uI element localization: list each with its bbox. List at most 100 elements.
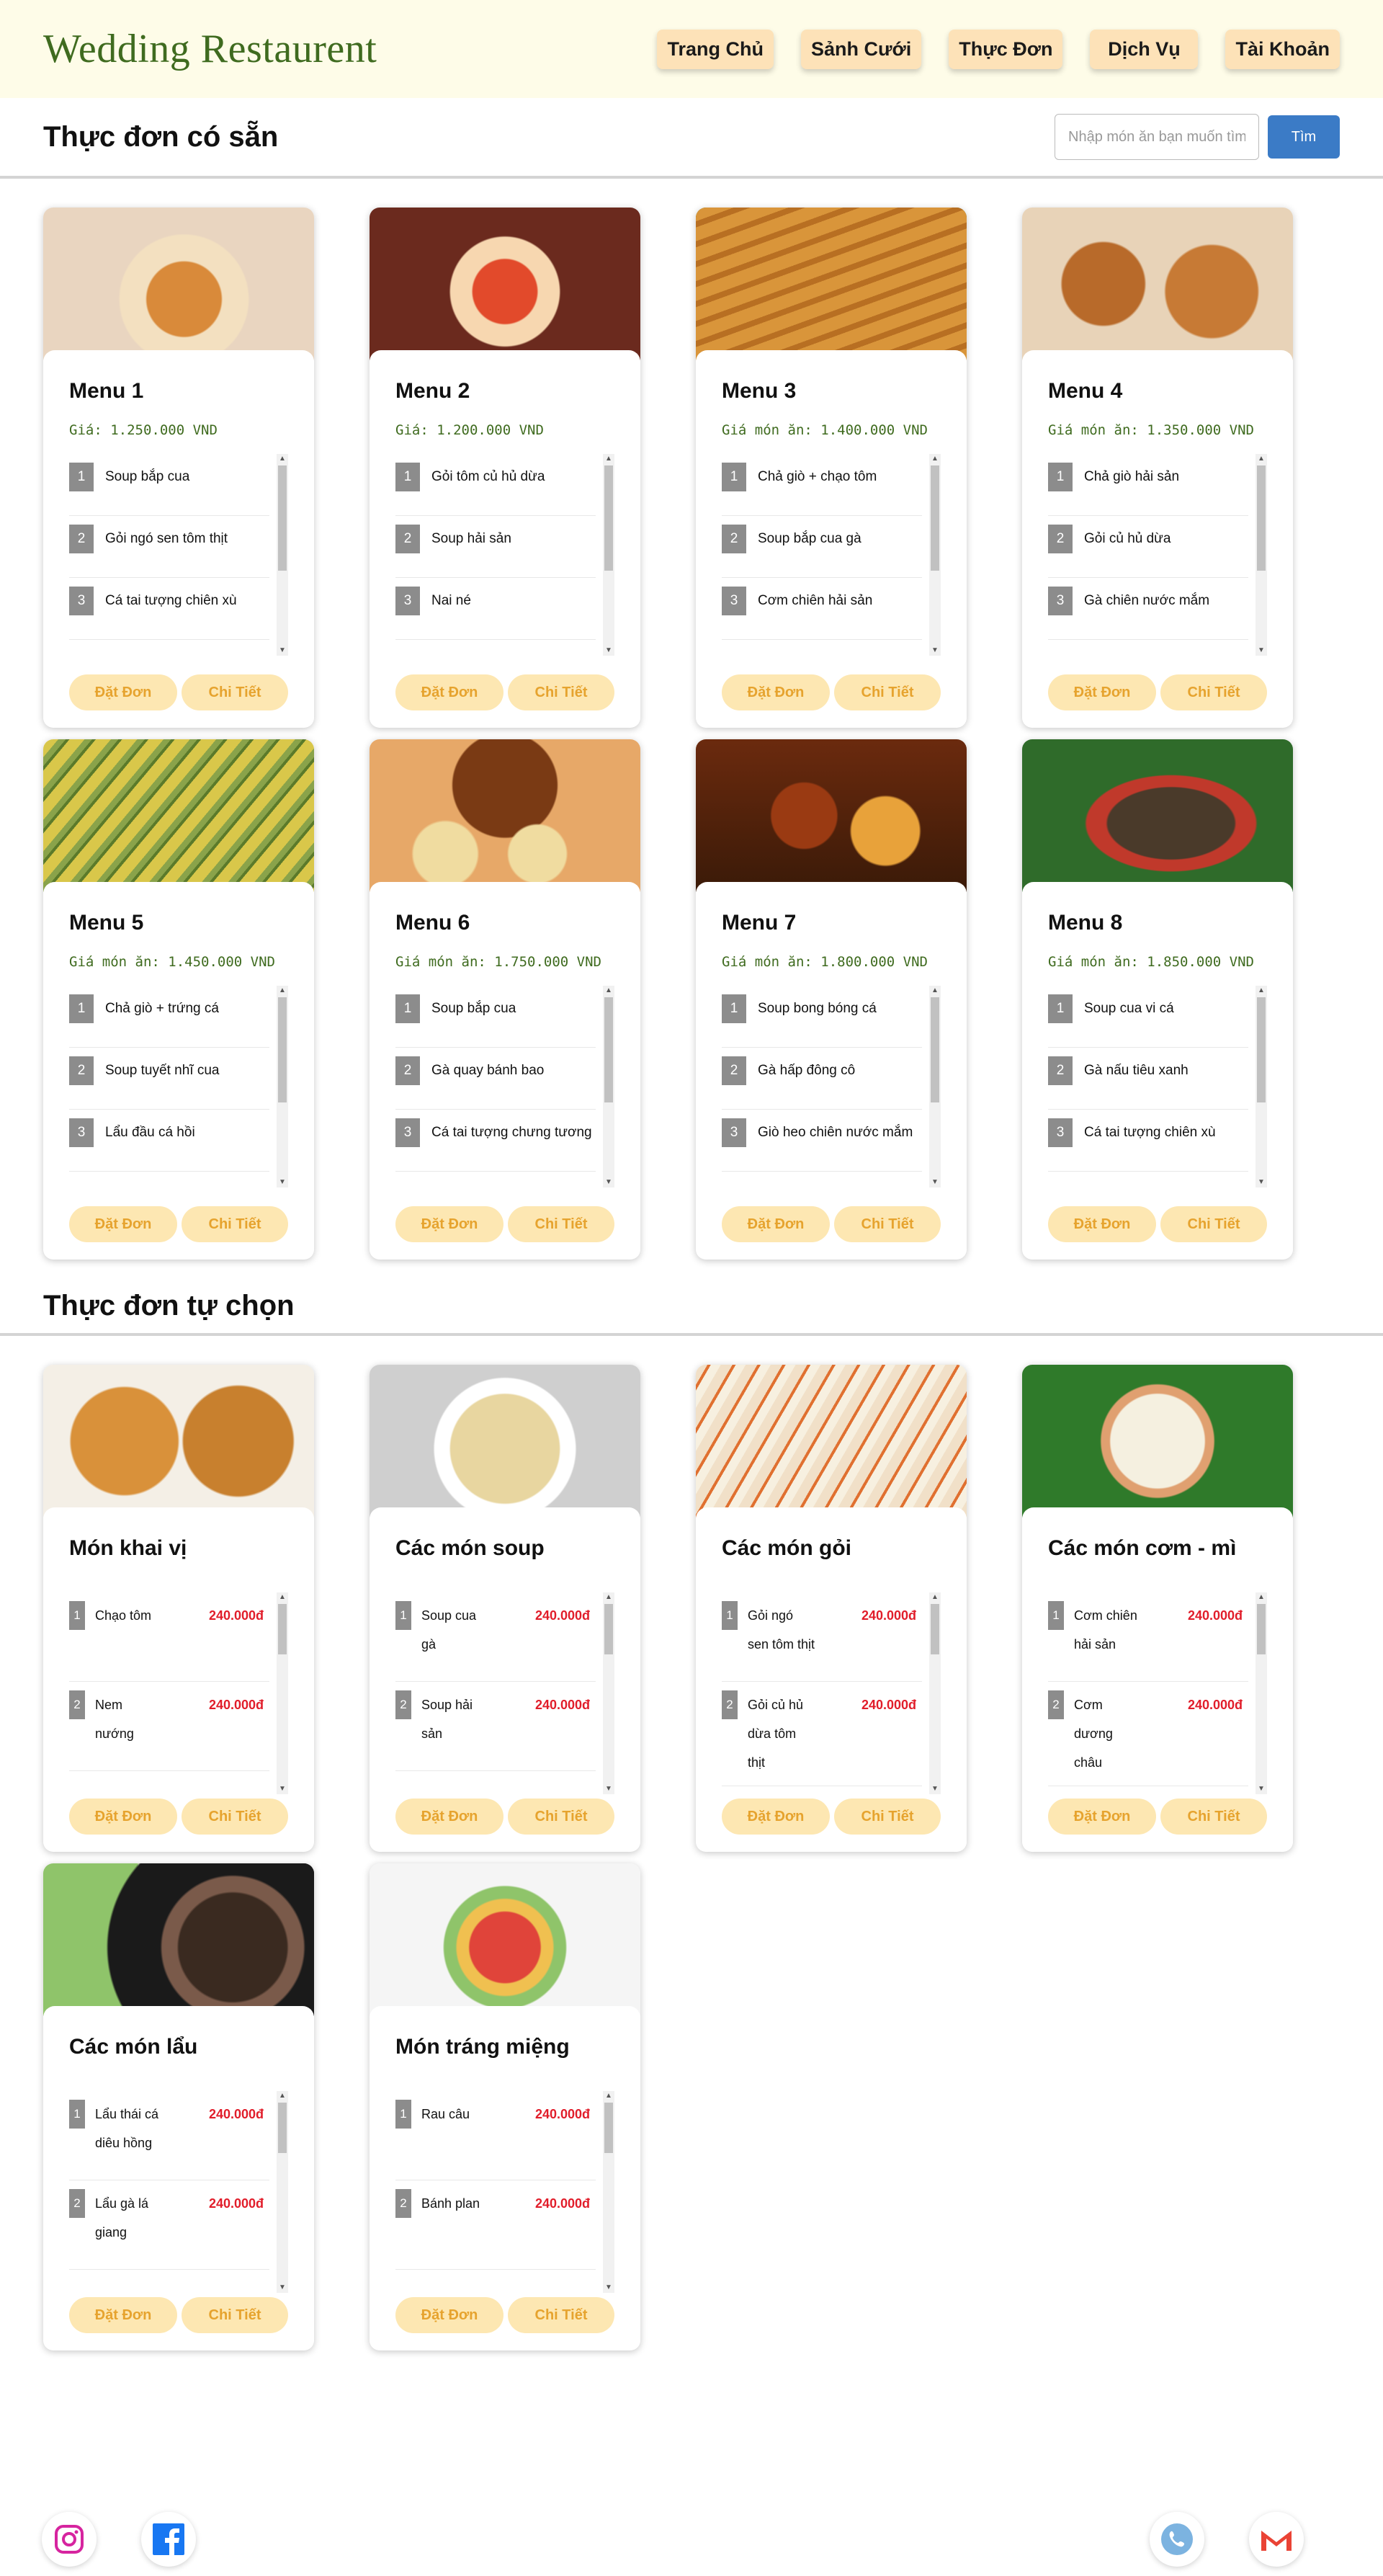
- order-button[interactable]: Đặt Đơn: [722, 1799, 830, 1835]
- scroll-up-icon[interactable]: ▲: [277, 454, 288, 464]
- scroll-down-icon[interactable]: ▼: [277, 1784, 288, 1794]
- scroll-down-icon[interactable]: ▼: [603, 1177, 614, 1187]
- scroll-thumb[interactable]: [931, 1604, 939, 1654]
- scroll-thumb[interactable]: [278, 465, 287, 571]
- scroll-down-icon[interactable]: ▼: [929, 1784, 941, 1794]
- scrollbar[interactable]: ▲ ▼: [277, 986, 288, 1187]
- brand-logo[interactable]: Wedding Restaurent: [43, 26, 377, 72]
- detail-button[interactable]: Chi Tiết: [182, 2297, 288, 2333]
- scroll-down-icon[interactable]: ▼: [1256, 646, 1267, 656]
- dish-list[interactable]: 1 Soup cua vi cá 2 Gà nấu tiêu xanh 3 Cá…: [1048, 986, 1267, 1187]
- scrollbar[interactable]: ▲ ▼: [929, 454, 941, 656]
- scrollbar[interactable]: ▲ ▼: [277, 454, 288, 656]
- facebook-icon[interactable]: [141, 2512, 196, 2567]
- scrollbar[interactable]: ▲ ▼: [277, 2091, 288, 2293]
- gmail-icon[interactable]: [1249, 2512, 1304, 2567]
- scroll-up-icon[interactable]: ▲: [277, 1592, 288, 1603]
- nav-menu[interactable]: Thực Đơn: [949, 29, 1063, 69]
- order-button[interactable]: Đặt Đơn: [395, 674, 503, 710]
- scrollbar[interactable]: ▲ ▼: [929, 986, 941, 1187]
- scrollbar[interactable]: ▲ ▼: [1256, 986, 1267, 1187]
- scroll-up-icon[interactable]: ▲: [1256, 1592, 1267, 1603]
- order-button[interactable]: Đặt Đơn: [395, 1206, 503, 1242]
- nav-wedding-halls[interactable]: Sảnh Cưới: [800, 29, 922, 69]
- dish-list[interactable]: 1 Soup bắp cua 2 Gỏi ngó sen tôm thịt 3 …: [69, 454, 288, 656]
- detail-button[interactable]: Chi Tiết: [1160, 1206, 1267, 1242]
- order-button[interactable]: Đặt Đơn: [69, 674, 177, 710]
- scroll-down-icon[interactable]: ▼: [603, 2283, 614, 2293]
- order-button[interactable]: Đặt Đơn: [722, 1206, 830, 1242]
- scrollbar[interactable]: ▲ ▼: [603, 986, 614, 1187]
- nav-home[interactable]: Trang Chủ: [657, 29, 774, 69]
- scroll-thumb[interactable]: [278, 2103, 287, 2153]
- scroll-thumb[interactable]: [1257, 997, 1266, 1102]
- dish-list[interactable]: 1 Chả giò hải sản 2 Gỏi củ hủ dừa 3 Gà c…: [1048, 454, 1267, 656]
- scroll-thumb[interactable]: [931, 997, 939, 1102]
- scroll-up-icon[interactable]: ▲: [1256, 454, 1267, 464]
- order-button[interactable]: Đặt Đơn: [1048, 1799, 1156, 1835]
- dish-list[interactable]: 1 Chạo tôm 240.000đ 2 Nem nướng 240.000đ…: [69, 1592, 288, 1794]
- dish-list[interactable]: 1 Chả giò + chạo tôm 2 Soup bắp cua gà 3…: [722, 454, 941, 656]
- scroll-thumb[interactable]: [604, 997, 613, 1102]
- order-button[interactable]: Đặt Đơn: [69, 2297, 177, 2333]
- order-button[interactable]: Đặt Đơn: [1048, 1206, 1156, 1242]
- detail-button[interactable]: Chi Tiết: [508, 2297, 614, 2333]
- dish-list[interactable]: 1 Rau câu 240.000đ 2 Bánh plan 240.000đ …: [395, 2091, 614, 2293]
- dish-list[interactable]: 1 Soup bong bóng cá 2 Gà hấp đông cô 3 G…: [722, 986, 941, 1187]
- scrollbar[interactable]: ▲ ▼: [1256, 454, 1267, 656]
- scroll-thumb[interactable]: [1257, 1604, 1266, 1654]
- scroll-thumb[interactable]: [931, 465, 939, 571]
- scrollbar[interactable]: ▲ ▼: [603, 454, 614, 656]
- detail-button[interactable]: Chi Tiết: [1160, 674, 1267, 710]
- phone-icon[interactable]: [1150, 2512, 1204, 2567]
- scroll-thumb[interactable]: [278, 1604, 287, 1654]
- order-button[interactable]: Đặt Đơn: [69, 1206, 177, 1242]
- scroll-down-icon[interactable]: ▼: [277, 1177, 288, 1187]
- detail-button[interactable]: Chi Tiết: [834, 1799, 941, 1835]
- dish-list[interactable]: 1 Chả giò + trứng cá 2 Soup tuyết nhĩ cu…: [69, 986, 288, 1187]
- scroll-up-icon[interactable]: ▲: [929, 986, 941, 996]
- scroll-thumb[interactable]: [604, 2103, 613, 2153]
- scroll-down-icon[interactable]: ▼: [603, 1784, 614, 1794]
- detail-button[interactable]: Chi Tiết: [182, 1206, 288, 1242]
- scroll-down-icon[interactable]: ▼: [929, 1177, 941, 1187]
- detail-button[interactable]: Chi Tiết: [834, 674, 941, 710]
- dish-list[interactable]: 1 Soup bắp cua 2 Gà quay bánh bao 3 Cá t…: [395, 986, 614, 1187]
- instagram-icon[interactable]: [42, 2512, 97, 2567]
- scroll-down-icon[interactable]: ▼: [277, 646, 288, 656]
- scroll-up-icon[interactable]: ▲: [603, 454, 614, 464]
- scrollbar[interactable]: ▲ ▼: [929, 1592, 941, 1794]
- detail-button[interactable]: Chi Tiết: [182, 674, 288, 710]
- scroll-down-icon[interactable]: ▼: [929, 646, 941, 656]
- detail-button[interactable]: Chi Tiết: [182, 1799, 288, 1835]
- scroll-up-icon[interactable]: ▲: [603, 986, 614, 996]
- scrollbar[interactable]: ▲ ▼: [1256, 1592, 1267, 1794]
- dish-list[interactable]: 1 Soup cua gà 240.000đ 2 Soup hải sản 24…: [395, 1592, 614, 1794]
- nav-account[interactable]: Tài Khoản: [1225, 29, 1340, 69]
- order-button[interactable]: Đặt Đơn: [395, 1799, 503, 1835]
- search-button[interactable]: Tìm: [1268, 115, 1340, 159]
- scroll-up-icon[interactable]: ▲: [277, 2091, 288, 2101]
- detail-button[interactable]: Chi Tiết: [508, 1799, 614, 1835]
- detail-button[interactable]: Chi Tiết: [834, 1206, 941, 1242]
- nav-services[interactable]: Dịch Vụ: [1090, 29, 1199, 69]
- scroll-up-icon[interactable]: ▲: [603, 2091, 614, 2101]
- scroll-up-icon[interactable]: ▲: [277, 986, 288, 996]
- scrollbar[interactable]: ▲ ▼: [277, 1592, 288, 1794]
- dish-list[interactable]: 1 Gỏi ngó sen tôm thịt 240.000đ 2 Gỏi củ…: [722, 1592, 941, 1794]
- scroll-thumb[interactable]: [278, 997, 287, 1102]
- scroll-down-icon[interactable]: ▼: [277, 2283, 288, 2293]
- scroll-thumb[interactable]: [604, 465, 613, 571]
- detail-button[interactable]: Chi Tiết: [1160, 1799, 1267, 1835]
- scrollbar[interactable]: ▲ ▼: [603, 1592, 614, 1794]
- order-button[interactable]: Đặt Đơn: [395, 2297, 503, 2333]
- order-button[interactable]: Đặt Đơn: [722, 674, 830, 710]
- dish-list[interactable]: 1 Lẩu thái cá diêu hồng 240.000đ 2 Lẩu g…: [69, 2091, 288, 2293]
- scroll-up-icon[interactable]: ▲: [603, 1592, 614, 1603]
- scroll-up-icon[interactable]: ▲: [1256, 986, 1267, 996]
- scroll-thumb[interactable]: [604, 1604, 613, 1654]
- detail-button[interactable]: Chi Tiết: [508, 674, 614, 710]
- scroll-up-icon[interactable]: ▲: [929, 1592, 941, 1603]
- scroll-down-icon[interactable]: ▼: [1256, 1177, 1267, 1187]
- scroll-up-icon[interactable]: ▲: [929, 454, 941, 464]
